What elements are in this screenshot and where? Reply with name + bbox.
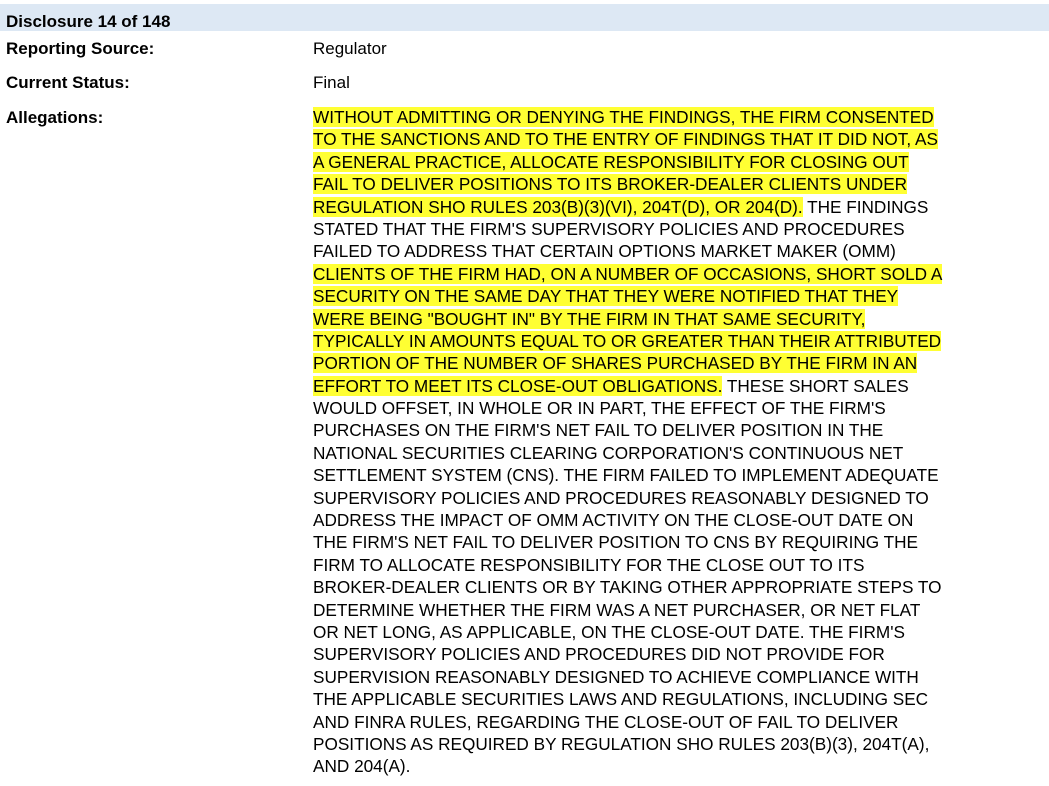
allegations-line: ADDRESS THE IMPACT OF OMM ACTIVITY ON TH… [313,509,1043,531]
allegations-text-segment: BROKER-DEALER CLIENTS OR BY TAKING OTHER… [313,577,942,598]
allegations-label: Allegations: [6,108,104,127]
allegations-line: TYPICALLY IN AMOUNTS EQUAL TO OR GREATER… [313,330,1043,352]
highlighted-text: FAIL TO DELIVER POSITIONS TO ITS BROKER-… [313,174,908,195]
current-status-value: Final [313,73,350,92]
disclosure-header-bar: Disclosure 14 of 148 [0,4,1049,31]
allegations-text-segment: THE APPLICABLE SECURITIES LAWS AND REGUL… [313,689,929,710]
allegations-line: A GENERAL PRACTICE, ALLOCATE RESPONSIBIL… [313,151,1043,173]
allegations-text-segment: AND 204(A). [313,756,411,777]
allegations-text-segment: THE FIRM'S NET FAIL TO DELIVER POSITION … [313,532,918,553]
allegations-text-segment: NATIONAL SECURITIES CLEARING CORPORATION… [313,442,904,463]
allegations-line: PORTION OF THE NUMBER OF SHARES PURCHASE… [313,352,1043,374]
allegations-line: FIRM TO ALLOCATE RESPONSIBILITY FOR THE … [313,554,1043,576]
allegations-text-segment: FIRM TO ALLOCATE RESPONSIBILITY FOR THE … [313,554,865,575]
allegations-line: EFFORT TO MEET ITS CLOSE-OUT OBLIGATIONS… [313,375,1043,397]
allegations-text-segment: THE FINDINGS [802,196,929,217]
allegations-line: TO THE SANCTIONS AND TO THE ENTRY OF FIN… [313,128,1043,150]
highlighted-text: CLIENTS OF THE FIRM HAD, ON A NUMBER OF … [313,263,943,284]
allegations-line: SETTLEMENT SYSTEM (CNS). THE FIRM FAILED… [313,464,1043,486]
allegations-line: WITHOUT ADMITTING OR DENYING THE FINDING… [313,106,1043,128]
disclosure-title: Disclosure 14 of 148 [6,12,171,31]
allegations-text-segment: STATED THAT THE FIRM'S SUPERVISORY POLIC… [313,218,905,239]
allegations-text-segment: OR NET LONG, AS APPLICABLE, ON THE CLOSE… [313,621,905,642]
allegations-text-segment: DETERMINE WHETHER THE FIRM WAS A NET PUR… [313,599,921,620]
allegations-line: FAIL TO DELIVER POSITIONS TO ITS BROKER-… [313,173,1043,195]
allegations-text-segment: POSITIONS AS REQUIRED BY REGULATION SHO … [313,733,930,754]
allegations-line: WOULD OFFSET, IN WHOLE OR IN PART, THE E… [313,397,1043,419]
highlighted-text: A GENERAL PRACTICE, ALLOCATE RESPONSIBIL… [313,151,909,172]
allegations-text-segment: SUPERVISION REASONABLY DESIGNED TO ACHIE… [313,666,919,687]
allegations-line: SECURITY ON THE SAME DAY THAT THEY WERE … [313,285,1043,307]
highlighted-text: TYPICALLY IN AMOUNTS EQUAL TO OR GREATER… [313,330,942,351]
allegations-text: WITHOUT ADMITTING OR DENYING THE FINDING… [313,106,1043,778]
allegations-line: AND FINRA RULES, REGARDING THE CLOSE-OUT… [313,711,1043,733]
allegations-text-segment: WOULD OFFSET, IN WHOLE OR IN PART, THE E… [313,398,886,419]
highlighted-text: EFFORT TO MEET ITS CLOSE-OUT OBLIGATIONS… [313,375,723,396]
allegations-line: CLIENTS OF THE FIRM HAD, ON A NUMBER OF … [313,263,1043,285]
allegations-line: SUPERVISORY POLICIES AND PROCEDURES DID … [313,643,1043,665]
allegations-text-segment: SETTLEMENT SYSTEM (CNS). THE FIRM FAILED… [313,465,939,486]
allegations-line: AND 204(A). [313,755,1043,777]
allegations-line: REGULATION SHO RULES 203(B)(3)(VI), 204T… [313,196,1043,218]
allegations-line: POSITIONS AS REQUIRED BY REGULATION SHO … [313,733,1043,755]
allegations-line: BROKER-DEALER CLIENTS OR BY TAKING OTHER… [313,576,1043,598]
allegations-line: SUPERVISION REASONABLY DESIGNED TO ACHIE… [313,666,1043,688]
allegations-line: DETERMINE WHETHER THE FIRM WAS A NET PUR… [313,599,1043,621]
allegations-line: NATIONAL SECURITIES CLEARING CORPORATION… [313,442,1043,464]
highlighted-text: TO THE SANCTIONS AND TO THE ENTRY OF FIN… [313,129,938,150]
allegations-line: FAILED TO ADDRESS THAT CERTAIN OPTIONS M… [313,240,1043,262]
allegations-line: THE APPLICABLE SECURITIES LAWS AND REGUL… [313,688,1043,710]
allegations-line: STATED THAT THE FIRM'S SUPERVISORY POLIC… [313,218,1043,240]
allegations-text-segment: THESE SHORT SALES [722,375,909,396]
allegations-text-segment: SUPERVISORY POLICIES AND PROCEDURES REAS… [313,487,929,508]
highlighted-text: WITHOUT ADMITTING OR DENYING THE FINDING… [313,107,934,127]
allegations-text-segment: SUPERVISORY POLICIES AND PROCEDURES DID … [313,644,885,665]
allegations-text-segment: FAILED TO ADDRESS THAT CERTAIN OPTIONS M… [313,241,896,262]
reporting-source-label: Reporting Source: [6,39,155,58]
allegations-line: THE FIRM'S NET FAIL TO DELIVER POSITION … [313,531,1043,553]
allegations-line: SUPERVISORY POLICIES AND PROCEDURES REAS… [313,487,1043,509]
allegations-line: WERE BEING "BOUGHT IN" BY THE FIRM IN TH… [313,308,1043,330]
current-status-label: Current Status: [6,73,130,92]
highlighted-text: WERE BEING "BOUGHT IN" BY THE FIRM IN TH… [313,308,866,329]
allegations-text-segment: ADDRESS THE IMPACT OF OMM ACTIVITY ON TH… [313,510,914,531]
highlighted-text: SECURITY ON THE SAME DAY THAT THEY WERE … [313,286,899,307]
reporting-source-value: Regulator [313,39,387,58]
highlighted-text: PORTION OF THE NUMBER OF SHARES PURCHASE… [313,353,918,374]
allegations-line: OR NET LONG, AS APPLICABLE, ON THE CLOSE… [313,621,1043,643]
allegations-text-segment: AND FINRA RULES, REGARDING THE CLOSE-OUT… [313,711,899,732]
highlighted-text: REGULATION SHO RULES 203(B)(3)(VI), 204T… [313,196,803,217]
allegations-line: PURCHASES ON THE FIRM'S NET FAIL TO DELI… [313,419,1043,441]
allegations-text-segment: PURCHASES ON THE FIRM'S NET FAIL TO DELI… [313,420,884,441]
